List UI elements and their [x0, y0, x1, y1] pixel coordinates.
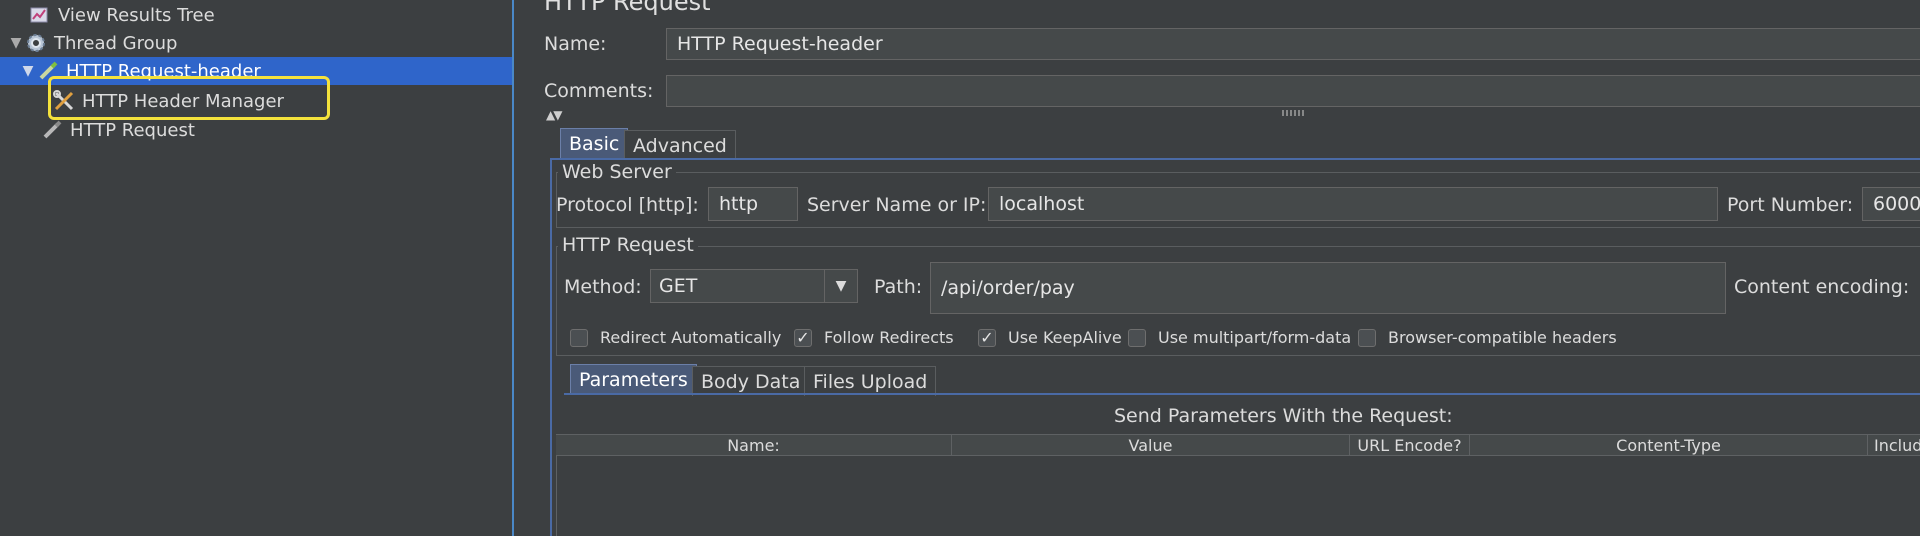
checkbox-label: Use KeepAlive	[1008, 328, 1122, 347]
parameters-table-header: Name: Value URL Encode? Content-Type Inc…	[556, 434, 1920, 456]
expand-triangle-icon[interactable]: ▼	[20, 63, 36, 79]
use-multipart-checkbox[interactable]: Use multipart/form-data	[1128, 328, 1351, 347]
tree-item-label: HTTP Request-header	[66, 60, 261, 82]
method-label: Method:	[564, 276, 642, 298]
tree-item-thread-group[interactable]: ▼ Thread Group	[8, 29, 178, 57]
column-header-content-type[interactable]: Content-Type	[1470, 435, 1868, 455]
checkbox-box[interactable]	[1128, 328, 1146, 347]
checkmark-icon[interactable]: ✓	[978, 328, 996, 347]
column-header-include-equals[interactable]: Includ	[1868, 435, 1920, 455]
tab-parameters[interactable]: Parameters	[570, 364, 697, 394]
checkbox-label: Follow Redirects	[824, 328, 954, 347]
checkmark-icon[interactable]: ✓	[794, 328, 812, 347]
tree-item-http-header-manager[interactable]: HTTP Header Manager	[52, 87, 284, 115]
checkbox-label: Redirect Automatically	[600, 328, 782, 347]
port-label: Port Number:	[1727, 194, 1854, 216]
pen-icon	[40, 118, 64, 142]
column-header-url-encode[interactable]: URL Encode?	[1350, 435, 1470, 455]
content-encoding-label: Content encoding:	[1734, 276, 1910, 298]
protocol-field[interactable]: http	[708, 187, 798, 221]
use-keepalive-checkbox[interactable]: ✓ Use KeepAlive	[978, 328, 1122, 347]
http-request-editor: HTTP Request Name: HTTP Request-header C…	[514, 0, 1920, 536]
subtab-divider	[564, 393, 1920, 395]
jmeter-window: View Results Tree ▼ Thread Group ▼ HTTP	[0, 0, 1920, 536]
path-label: Path:	[874, 276, 923, 298]
checkbox-label: Browser-compatible headers	[1388, 328, 1617, 347]
server-name-field[interactable]: localhost	[988, 187, 1718, 221]
checkbox-box[interactable]	[1358, 328, 1376, 347]
method-select[interactable]: GET ▼	[650, 269, 858, 303]
tree-item-label: Thread Group	[54, 32, 178, 54]
column-header-name[interactable]: Name:	[556, 435, 952, 455]
http-request-group-title: HTTP Request	[558, 234, 698, 256]
method-value: GET	[659, 275, 698, 297]
comments-label: Comments:	[544, 80, 654, 102]
chart-icon	[28, 3, 52, 27]
gear-icon	[24, 31, 48, 55]
web-server-title: Web Server	[558, 161, 676, 183]
name-field[interactable]: HTTP Request-header	[666, 28, 1920, 60]
parameters-table-caption: Send Parameters With the Request:	[1114, 405, 1453, 427]
expand-triangle-icon[interactable]: ▼	[8, 35, 24, 51]
tree-item-label: View Results Tree	[58, 4, 215, 26]
protocol-label: Protocol [http]:	[556, 194, 699, 216]
path-field[interactable]: /api/order/pay	[930, 262, 1726, 314]
splitter-grip[interactable]	[1282, 110, 1306, 116]
panel-title: HTTP Request	[544, 0, 711, 16]
tree-item-label: HTTP Request	[70, 119, 195, 141]
name-label: Name:	[544, 33, 607, 55]
column-header-value[interactable]: Value	[952, 435, 1350, 455]
redirect-automatically-checkbox[interactable]: Redirect Automatically	[570, 328, 781, 347]
tree-item-view-results-tree[interactable]: View Results Tree	[28, 1, 215, 29]
tab-body-data[interactable]: Body Data	[692, 366, 810, 396]
tab-files-upload[interactable]: Files Upload	[804, 366, 937, 396]
tree-item-http-request[interactable]: HTTP Request	[40, 116, 195, 144]
chevron-down-icon[interactable]: ▼	[824, 270, 857, 302]
wrench-screwdriver-icon	[52, 89, 76, 113]
tab-advanced[interactable]: Advanced	[624, 130, 736, 160]
follow-redirects-checkbox[interactable]: ✓ Follow Redirects	[794, 328, 954, 347]
checkbox-label: Use multipart/form-data	[1158, 328, 1352, 347]
pen-icon	[36, 59, 60, 83]
tab-basic[interactable]: Basic	[560, 128, 629, 158]
parameters-table-body[interactable]	[556, 456, 1920, 536]
tab-divider	[550, 158, 1920, 160]
collapse-arrows-icon[interactable]: ▲▼	[546, 108, 563, 122]
tab-border	[550, 158, 552, 536]
browser-compatible-headers-checkbox[interactable]: Browser-compatible headers	[1358, 328, 1617, 347]
test-plan-tree: View Results Tree ▼ Thread Group ▼ HTTP	[0, 0, 514, 536]
tree-item-http-request-header[interactable]: ▼ HTTP Request-header	[0, 57, 512, 85]
server-name-label: Server Name or IP:	[807, 194, 987, 216]
checkbox-box[interactable]	[570, 328, 588, 347]
port-field[interactable]: 6000	[1862, 187, 1920, 221]
comments-field[interactable]	[666, 75, 1920, 107]
tree-item-label: HTTP Header Manager	[82, 90, 284, 112]
